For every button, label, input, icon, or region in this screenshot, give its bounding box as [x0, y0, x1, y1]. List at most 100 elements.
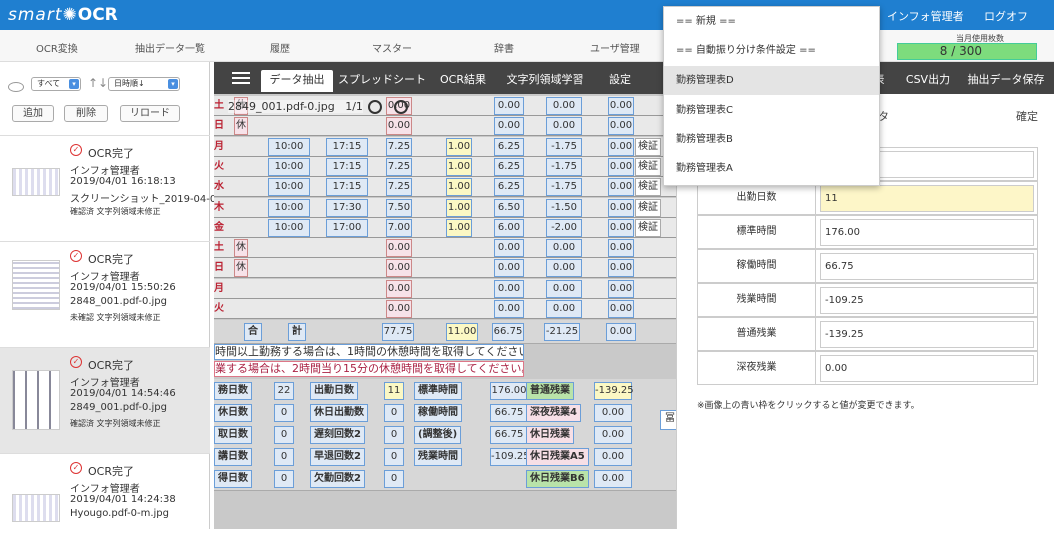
cell-work[interactable]: 0.00 [386, 239, 412, 258]
cell-rest[interactable]: 休 [234, 239, 248, 258]
cell-actual[interactable]: 0.00 [494, 300, 524, 318]
field-value-input[interactable]: 176.00 [820, 219, 1034, 246]
zoom-in-icon[interactable] [368, 100, 382, 114]
cell-actual[interactable]: 6.25 [494, 157, 524, 176]
tab-settings[interactable]: 設定 [600, 70, 640, 92]
logout-button[interactable]: ログオフ [984, 8, 1028, 24]
cell-work[interactable]: 7.25 [386, 157, 412, 176]
dropdown-item-template-a[interactable]: 勤務管理表A [664, 154, 879, 183]
zoom-out-icon[interactable] [394, 100, 408, 114]
cell-ot[interactable]: 0.00 [608, 117, 634, 136]
cell-start[interactable]: 10:00 [268, 157, 310, 176]
dropdown-item-auto-sort[interactable]: == 自動振り分け条件設定 == [664, 36, 879, 65]
summary-value[interactable]: -139.25 [594, 382, 634, 400]
file-card[interactable]: ✓ OCR完了 インフォ管理者 2019/04/01 14:24:38 Hyou… [0, 453, 210, 559]
cell-diff[interactable]: 0.00 [546, 117, 582, 136]
summary-value[interactable]: 176.00 [490, 382, 528, 400]
tab-region-learning[interactable]: 文字列領域学習 [500, 70, 590, 92]
csv-export-button[interactable]: CSV出力 [900, 70, 956, 92]
cell-start[interactable]: 10:00 [268, 218, 310, 237]
cell-ot[interactable]: 0.00 [608, 198, 634, 217]
cell-actual[interactable]: 0.00 [494, 279, 524, 298]
cell-diff[interactable]: 0.00 [546, 279, 582, 298]
delete-button[interactable]: 削除 [64, 105, 108, 122]
cell-end[interactable]: 17:15 [326, 157, 368, 176]
summary-value[interactable]: 66.75 [490, 404, 528, 422]
field-value-input[interactable]: 0.00 [820, 355, 1034, 382]
total-ot[interactable]: 0.00 [606, 323, 636, 342]
summary-value[interactable]: 0.00 [594, 448, 632, 466]
cell-work[interactable]: 0.00 [386, 259, 412, 278]
reload-button[interactable]: リロード [120, 105, 180, 122]
summary-value[interactable]: 22 [274, 382, 294, 400]
cell-start[interactable]: 10:00 [268, 198, 310, 217]
dropdown-item-template-d[interactable]: 勤務管理表D [664, 66, 879, 95]
total-break[interactable]: 11.00 [446, 323, 478, 342]
dropdown-item-template-b[interactable]: 勤務管理表B [664, 125, 879, 154]
total-actual[interactable]: 66.75 [492, 323, 524, 342]
cell-rest[interactable]: 休 [234, 117, 248, 136]
menu-ocr-convert[interactable]: OCR変換 [36, 40, 78, 55]
cell-ot[interactable]: 0.00 [608, 97, 634, 115]
cell-end[interactable]: 17:30 [326, 198, 368, 217]
cell-ot[interactable]: 0.00 [608, 137, 634, 156]
cell-actual[interactable]: 6.00 [494, 218, 524, 237]
summary-value[interactable]: 0 [384, 470, 404, 488]
cell-end[interactable]: 17:15 [326, 178, 368, 197]
cell-diff[interactable]: 0.00 [546, 97, 582, 115]
summary-value[interactable]: 0 [274, 404, 294, 422]
sort-icon[interactable]: ↑↓ [88, 76, 108, 90]
cell-ot[interactable]: 0.00 [608, 300, 634, 318]
summary-value[interactable]: 0 [274, 426, 294, 444]
cell-work[interactable]: 7.50 [386, 198, 412, 217]
summary-value[interactable]: 0 [274, 448, 294, 466]
menu-history[interactable]: 履歴 [270, 40, 290, 55]
cell-start[interactable]: 10:00 [268, 178, 310, 197]
cell-actual[interactable]: 6.25 [494, 137, 524, 156]
cell-ot[interactable]: 0.00 [608, 178, 634, 197]
cell-actual[interactable]: 0.00 [494, 239, 524, 258]
eye-icon[interactable] [8, 82, 24, 92]
cell-mark[interactable]: 検証 [635, 178, 661, 197]
cell-mark[interactable]: 検証 [635, 218, 661, 237]
tab-spreadsheet[interactable]: スプレッドシート [338, 70, 426, 92]
dropdown-item-new[interactable]: == 新規 == [664, 7, 879, 36]
cell-diff[interactable]: 0.00 [546, 239, 582, 258]
cell-brk[interactable]: 1.00 [446, 137, 472, 156]
cell-brk[interactable]: 1.00 [446, 198, 472, 217]
cell-ot[interactable]: 0.00 [608, 259, 634, 278]
document-image-viewer[interactable]: 土休 0.00 0.00 0.00 0.00 日休 0.00 0.00 0.00 0.00 月 10:… [214, 94, 676, 529]
menu-dictionary[interactable]: 辞書 [494, 40, 514, 55]
cell-ot[interactable]: 0.00 [608, 279, 634, 298]
cell-start[interactable]: 10:00 [268, 137, 310, 156]
summary-value[interactable]: 0 [384, 448, 404, 466]
field-value-input[interactable]: -139.25 [820, 321, 1034, 348]
cell-work[interactable]: 0.00 [386, 117, 412, 136]
menu-master[interactable]: マスター [372, 40, 412, 55]
cell-actual[interactable]: 0.00 [494, 117, 524, 136]
sort-select[interactable]: 日時順↓ ▾ [108, 77, 180, 91]
cell-actual[interactable]: 0.00 [494, 259, 524, 278]
tab-data-extract[interactable]: データ抽出 [261, 70, 333, 92]
cell-work[interactable]: 7.00 [386, 218, 412, 237]
dropdown-item-template-c[interactable]: 勤務管理表C [664, 96, 879, 125]
save-extracted-data-button[interactable]: 抽出データ保存 [962, 70, 1050, 92]
summary-value[interactable]: 0.00 [594, 470, 632, 488]
summary-value[interactable]: 0 [384, 404, 404, 422]
summary-value[interactable]: 0.00 [594, 426, 632, 444]
cell-end[interactable]: 17:15 [326, 137, 368, 156]
menu-extracted-data[interactable]: 抽出データ一覧 [135, 40, 205, 55]
cell-work[interactable]: 0.00 [386, 279, 412, 298]
cell-brk[interactable]: 1.00 [446, 157, 472, 176]
cell-mark[interactable]: 検証 [635, 198, 661, 217]
cell-diff[interactable]: -1.75 [546, 157, 582, 176]
cell-diff[interactable]: -1.50 [546, 198, 582, 217]
cell-diff[interactable]: 0.00 [546, 300, 582, 318]
summary-value[interactable]: 0 [384, 426, 404, 444]
file-card[interactable]: ✓ OCR完了 インフォ管理者 2019/04/01 16:18:13 スクリー… [0, 135, 223, 241]
field-value-input[interactable]: 11 [820, 185, 1034, 212]
tab-ocr-result[interactable]: OCR結果 [435, 70, 491, 92]
cell-diff[interactable]: 0.00 [546, 259, 582, 278]
summary-value[interactable]: -109.25 [490, 448, 530, 466]
total-work[interactable]: 77.75 [382, 323, 414, 342]
